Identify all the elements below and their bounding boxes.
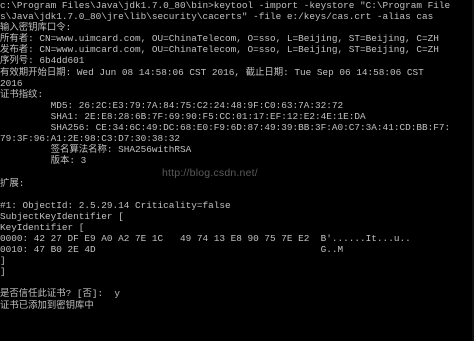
console-line: 0000: 42 27 DF E9 A0 A2 7E 1C 49 74 13 E… [0,232,411,244]
console-line: ] [0,255,6,267]
console-line: ] [0,266,6,278]
console-line: 证书已添加到密钥库中 [0,299,94,311]
console-line: 是否信任此证书? [否]: y [0,288,121,300]
console-line: 发布者: CN=www.uimcard.com, OU=ChinaTelecom… [0,44,439,56]
console-window[interactable]: c:\Program Files\Java\jdk1.7.0_80\bin>ke… [0,0,474,341]
console-line: 所有者: CN=www.uimcard.com, OU=ChinaTelecom… [0,33,439,45]
blog-watermark: http://blog.csdn.net/ [162,167,258,179]
console-line: SHA1: 2E:E8:28:6B:7F:69:90:F5:CC:01:17:E… [0,110,366,122]
console-line: 版本: 3 [0,155,87,167]
console-line: 79:3F:96:A1:2E:98:C3:D7:30:38:32 [0,133,181,145]
console-line: 序列号: 6b4dd601 [0,55,85,67]
console-line: 0010: 47 B0 2E 4D G..M [0,244,344,256]
console-output: c:\Program Files\Java\jdk1.7.0_80\bin>ke… [0,0,474,311]
console-line: 证书指纹: [0,88,44,100]
console-line: KeyIdentifier [ [0,221,85,233]
console-line: SHA256: CE:34:6C:49:DC:68:E0:F9:6D:87:49… [0,122,451,134]
console-line: 2016 [0,77,23,89]
console-line: #1: ObjectId: 2.5.29.14 Criticality=fals… [0,199,231,211]
console-line: MD5: 26:2C:E3:79:7A:84:75:C2:24:48:9F:C0… [0,99,344,111]
console-line: s\Java\jdk1.7.0_80\jre\lib\security\cace… [0,11,434,23]
console-line: 有效期开始日期: Wed Jun 08 14:58:06 CST 2016, 截… [0,66,424,78]
console-line: 输入密钥库口令: [0,22,72,34]
console-line: SubjectKeyIdentifier [ [0,210,124,222]
console-line: 签名算法名称: SHA256withRSA [0,144,192,156]
console-line: c:\Program Files\Java\jdk1.7.0_80\bin>ke… [0,0,451,11]
console-line: 扩展: [0,177,25,189]
